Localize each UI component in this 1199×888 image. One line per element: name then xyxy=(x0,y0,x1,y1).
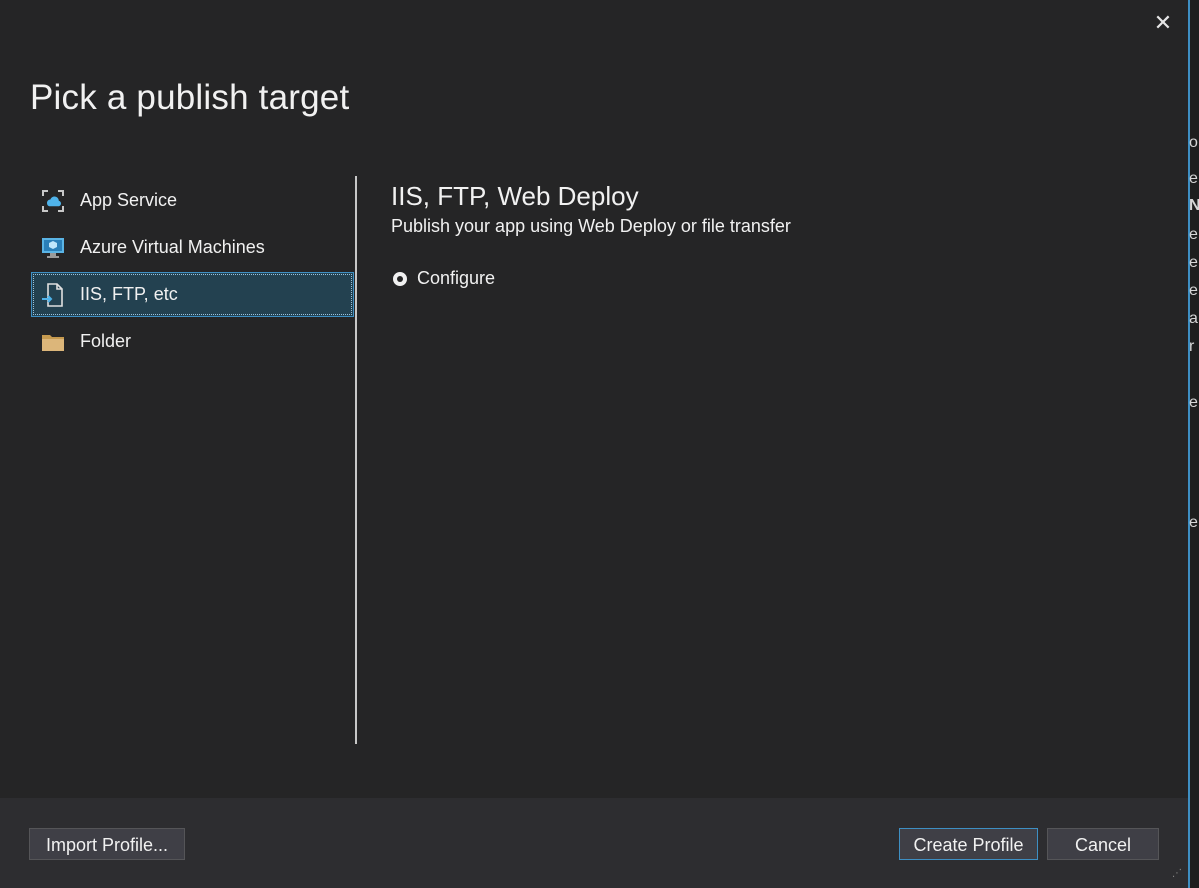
target-item-iis-ftp[interactable]: IIS, FTP, etc xyxy=(31,272,354,317)
background-window-edge: o e N e e e a r e e xyxy=(1188,0,1199,888)
publish-dialog: ✕ Pick a publish target App Service Azur… xyxy=(0,0,1188,888)
target-list: App Service Azure Virtual Machines IIS, … xyxy=(31,178,354,366)
target-label-azure-virtual-machines: Azure Virtual Machines xyxy=(80,237,265,257)
detail-title: IIS, FTP, Web Deploy xyxy=(391,181,639,211)
virtual-machine-icon xyxy=(40,235,66,261)
panel-divider xyxy=(355,176,357,744)
configure-radio[interactable] xyxy=(393,271,407,286)
edge-fragment: e xyxy=(1189,514,1198,531)
import-profile-button[interactable]: Import Profile... xyxy=(29,828,185,860)
resize-grip-icon[interactable]: ⋰ xyxy=(1172,869,1186,884)
edge-fragment: e xyxy=(1189,282,1198,299)
edge-fragment: e xyxy=(1189,170,1198,187)
publish-file-icon xyxy=(40,282,66,308)
folder-icon xyxy=(40,329,66,355)
close-button[interactable]: ✕ xyxy=(1150,10,1176,36)
target-label-app-service: App Service xyxy=(80,190,178,210)
edge-fragment: e xyxy=(1189,254,1198,271)
edge-fragment: a xyxy=(1189,310,1198,327)
target-item-app-service[interactable]: App Service xyxy=(31,178,354,223)
detail-description: Publish your app using Web Deploy or fil… xyxy=(391,216,791,236)
close-icon: ✕ xyxy=(1153,10,1173,35)
create-profile-button[interactable]: Create Profile xyxy=(899,828,1038,860)
app-service-icon xyxy=(40,188,66,214)
edge-fragment: e xyxy=(1189,394,1198,411)
target-item-folder[interactable]: Folder xyxy=(31,319,354,364)
dialog-title: Pick a publish target xyxy=(30,78,350,117)
target-item-azure-virtual-machines[interactable]: Azure Virtual Machines xyxy=(31,225,354,270)
target-label-iis-ftp: IIS, FTP, etc xyxy=(80,284,178,304)
option-configure[interactable]: Configure xyxy=(393,268,495,289)
dialog-footer: Import Profile... Create Profile Cancel xyxy=(0,798,1188,888)
edge-fragment: o xyxy=(1189,134,1198,151)
edge-fragment: e xyxy=(1189,226,1198,243)
configure-label: Configure xyxy=(417,268,496,288)
target-label-folder: Folder xyxy=(80,331,132,351)
edge-fragment: r xyxy=(1189,338,1195,355)
cancel-button[interactable]: Cancel xyxy=(1047,828,1159,860)
edge-fragment: N xyxy=(1189,197,1199,214)
